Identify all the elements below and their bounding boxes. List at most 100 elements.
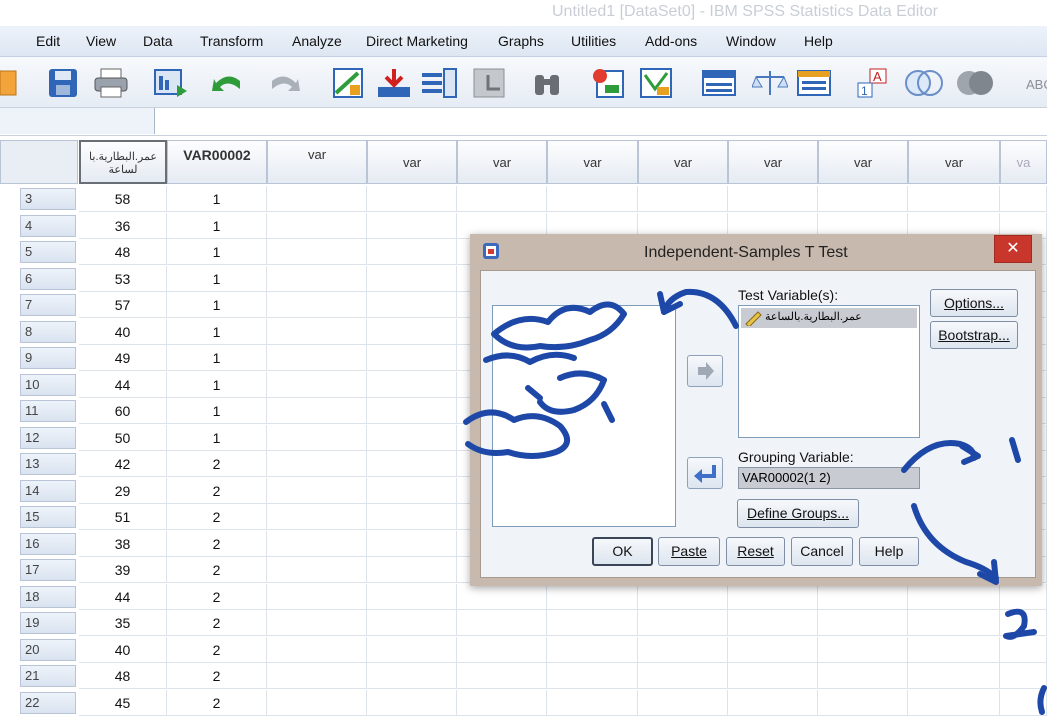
empty-cell[interactable] <box>267 398 367 424</box>
source-variable-list[interactable] <box>492 305 676 527</box>
paste-button[interactable]: Paste <box>658 537 720 566</box>
column-header-var[interactable]: var <box>367 140 457 184</box>
empty-cell[interactable] <box>367 212 457 239</box>
empty-cell[interactable] <box>267 451 367 477</box>
empty-cell[interactable] <box>1000 663 1047 689</box>
menu-view[interactable]: View <box>86 33 116 49</box>
reset-button[interactable]: Reset <box>726 537 785 566</box>
empty-cell[interactable] <box>728 583 818 610</box>
row-number[interactable]: 15 <box>20 506 76 528</box>
empty-cell[interactable] <box>457 186 547 212</box>
variables-icon[interactable] <box>420 67 460 99</box>
menu-transform[interactable]: Transform <box>200 33 263 49</box>
row-number[interactable]: 11 <box>20 400 76 422</box>
undo-icon[interactable] <box>210 67 246 99</box>
redo-icon[interactable] <box>266 67 302 99</box>
cell-var00002[interactable]: 1 <box>167 398 267 424</box>
empty-cell[interactable] <box>367 186 457 212</box>
empty-cell[interactable] <box>818 186 908 212</box>
empty-cell[interactable] <box>367 424 457 451</box>
cell-battery-hours[interactable]: 53 <box>79 265 167 292</box>
cell-battery-hours[interactable]: 50 <box>79 424 167 451</box>
row-number[interactable]: 22 <box>20 691 76 714</box>
weight-cases-icon[interactable] <box>752 67 788 99</box>
empty-cell[interactable] <box>367 398 457 424</box>
empty-cell[interactable] <box>818 689 908 716</box>
menu-edit[interactable]: Edit <box>36 33 60 49</box>
column-header-var00002[interactable]: VAR00002 <box>167 140 267 184</box>
empty-cell[interactable] <box>728 186 818 212</box>
cell-var00002[interactable]: 2 <box>167 477 267 504</box>
empty-cell[interactable] <box>638 186 728 212</box>
open-icon[interactable] <box>0 67 20 99</box>
cell-var00002[interactable]: 2 <box>167 557 267 583</box>
empty-cell[interactable] <box>267 318 367 345</box>
empty-cell[interactable] <box>367 371 457 398</box>
row-number[interactable]: 4 <box>20 214 76 237</box>
cell-var00002[interactable]: 1 <box>167 371 267 398</box>
empty-cell[interactable] <box>367 636 457 663</box>
cell-var00002[interactable]: 2 <box>167 663 267 689</box>
row-number[interactable]: 8 <box>20 320 76 343</box>
empty-cell[interactable] <box>638 689 728 716</box>
insert-variable-icon[interactable] <box>639 67 675 99</box>
row-number[interactable]: 13 <box>20 453 76 475</box>
empty-cell[interactable] <box>267 186 367 212</box>
empty-cell[interactable] <box>367 451 457 477</box>
test-variable-item[interactable]: عمر.البطارية.بالساعة <box>741 308 917 328</box>
empty-cell[interactable] <box>367 557 457 583</box>
empty-cell[interactable] <box>547 186 638 212</box>
empty-cell[interactable] <box>908 689 1000 716</box>
cancel-button[interactable]: Cancel <box>791 537 853 566</box>
cell-battery-hours[interactable]: 29 <box>79 477 167 504</box>
empty-cell[interactable] <box>1000 689 1047 716</box>
empty-cell[interactable] <box>367 265 457 292</box>
empty-cell[interactable] <box>267 239 367 265</box>
empty-cell[interactable] <box>367 689 457 716</box>
column-header-battery-hours[interactable]: عمر.البطارية.با لساعة <box>79 140 167 184</box>
cell-var00002[interactable]: 1 <box>167 212 267 239</box>
row-number[interactable]: 3 <box>20 188 76 210</box>
menu-help[interactable]: Help <box>804 33 833 49</box>
cell-var00002[interactable]: 1 <box>167 265 267 292</box>
test-variables-list[interactable]: عمر.البطارية.بالساعة <box>738 305 920 438</box>
empty-cell[interactable] <box>547 636 638 663</box>
empty-cell[interactable] <box>457 663 547 689</box>
empty-cell[interactable] <box>547 663 638 689</box>
empty-cell[interactable] <box>457 689 547 716</box>
menu-direct-marketing[interactable]: Direct Marketing <box>366 33 468 49</box>
empty-cell[interactable] <box>367 663 457 689</box>
empty-cell[interactable] <box>818 663 908 689</box>
cell-var00002[interactable]: 1 <box>167 186 267 212</box>
cell-battery-hours[interactable]: 36 <box>79 212 167 239</box>
cell-battery-hours[interactable]: 44 <box>79 583 167 610</box>
column-header-var[interactable]: var <box>267 140 367 184</box>
row-number[interactable]: 5 <box>20 241 76 263</box>
cell-battery-hours[interactable]: 51 <box>79 504 167 530</box>
empty-cell[interactable] <box>908 636 1000 663</box>
cell-battery-hours[interactable]: 40 <box>79 636 167 663</box>
cell-var00002[interactable]: 2 <box>167 610 267 636</box>
column-header-var[interactable]: var <box>818 140 908 184</box>
empty-cell[interactable] <box>267 610 367 636</box>
cell-battery-hours[interactable]: 48 <box>79 239 167 265</box>
select-cases-icon[interactable] <box>796 67 836 99</box>
empty-cell[interactable] <box>267 477 367 504</box>
empty-cell[interactable] <box>728 636 818 663</box>
empty-cell[interactable] <box>267 663 367 689</box>
empty-cell[interactable] <box>638 610 728 636</box>
column-header-var-partial[interactable]: va <box>1000 140 1047 184</box>
empty-cell[interactable] <box>367 530 457 557</box>
cell-battery-hours[interactable]: 49 <box>79 345 167 371</box>
empty-cell[interactable] <box>457 583 547 610</box>
cell-battery-hours[interactable]: 44 <box>79 371 167 398</box>
menu-window[interactable]: Window <box>726 33 776 49</box>
empty-cell[interactable] <box>267 504 367 530</box>
value-labels-icon[interactable]: A1 <box>856 67 896 99</box>
empty-cell[interactable] <box>818 610 908 636</box>
move-to-test-variables-button[interactable] <box>687 355 723 387</box>
column-header-var[interactable]: var <box>638 140 728 184</box>
empty-cell[interactable] <box>908 583 1000 610</box>
empty-cell[interactable] <box>638 663 728 689</box>
cell-battery-hours[interactable]: 38 <box>79 530 167 557</box>
